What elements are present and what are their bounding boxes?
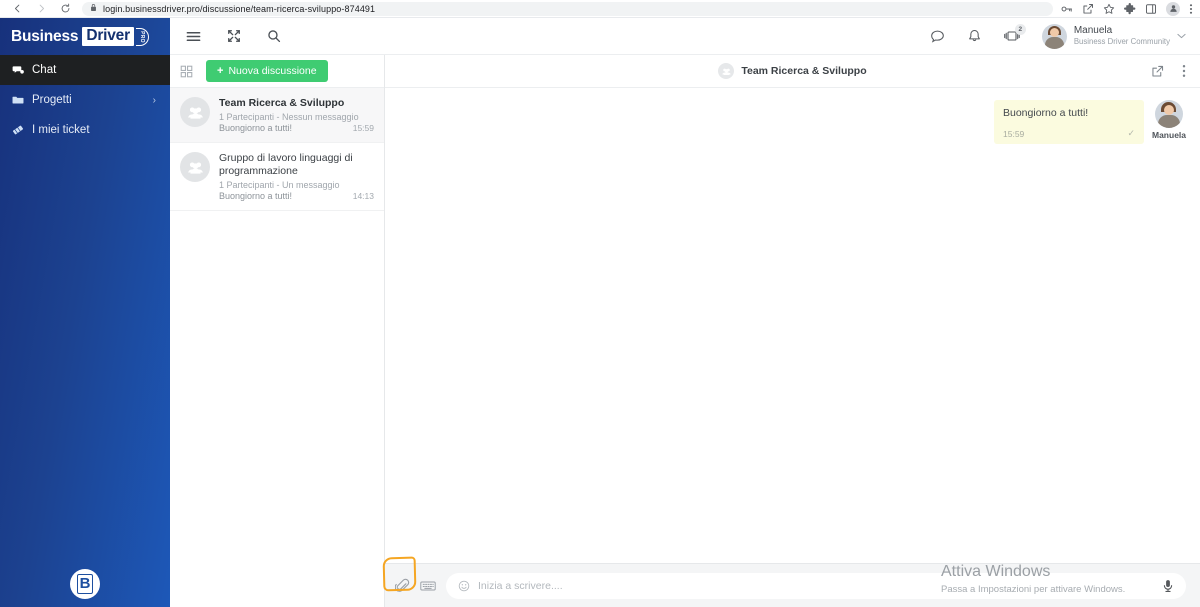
profile-avatar-icon[interactable] [1166, 1, 1180, 16]
left-sidebar: Business Driver PRO Chat Progetti › I mi… [0, 18, 170, 607]
message-list: Buongiorno a tutti! 15:59 ✓ Manuela [385, 88, 1200, 563]
keyboard-icon[interactable] [420, 580, 436, 592]
chevron-down-icon [1177, 31, 1186, 41]
key-icon[interactable] [1061, 3, 1073, 15]
page-title: Team Ricerca & Sviluppo [741, 65, 867, 77]
chat-bubble-icon [12, 64, 29, 76]
app-logo[interactable]: Business Driver PRO [0, 18, 170, 55]
address-bar-url: login.businessdriver.pro/discussione/tea… [103, 3, 376, 14]
share-icon[interactable] [1082, 3, 1094, 15]
user-name: Manuela [1073, 25, 1113, 37]
app-window: Business Driver PRO Chat Progetti › I mi… [0, 18, 1200, 607]
app-root: login.businessdriver.pro/discussione/tea… [0, 0, 1200, 607]
message-input[interactable]: Inizia a scrivere.... [446, 572, 1186, 599]
conversation-list-header: + Nuova discussione [170, 55, 384, 88]
browser-nav-buttons [0, 1, 76, 17]
new-discussion-button[interactable]: + Nuova discussione [206, 60, 328, 82]
sidebar-item-progetti[interactable]: Progetti › [0, 85, 170, 115]
message-author: Manuela [1152, 100, 1186, 140]
microphone-icon[interactable] [1162, 579, 1174, 593]
sidebar-item-chat[interactable]: Chat [0, 55, 170, 85]
chat-header: Team Ricerca & Sviluppo [385, 55, 1200, 88]
lock-icon [90, 3, 97, 14]
star-icon[interactable] [1103, 3, 1115, 15]
conversation-subtitle: 1 Partecipanti - Un messaggio [219, 180, 340, 191]
address-bar[interactable]: login.businessdriver.pro/discussione/tea… [82, 1, 1053, 16]
conversation-list-panel: + Nuova discussione Team Ricerca & Svilu… [170, 55, 385, 607]
avatar [1155, 100, 1183, 128]
sidebar-item-i-miei-ticket[interactable]: I miei ticket [0, 115, 170, 145]
group-avatar-icon [180, 97, 210, 127]
conversation-time: 14:13 [352, 191, 374, 202]
avatar [1041, 23, 1067, 49]
cards-stack-button[interactable]: 2 [1003, 24, 1026, 43]
bell-notification-icon[interactable] [967, 29, 982, 44]
group-avatar-icon [180, 152, 210, 183]
sidebar-brand-badge: B [0, 569, 170, 599]
conversation-item-gruppo-linguaggi[interactable]: Gruppo di lavoro linguaggi di programmaz… [170, 143, 384, 212]
logo-word-driver: Driver [82, 27, 134, 46]
top-bar: 2 Manuela Business Driver Community [170, 18, 1200, 55]
external-link-icon[interactable] [1151, 65, 1164, 78]
back-arrow-icon[interactable] [6, 1, 28, 17]
message-composer: Inizia a scrivere.... [385, 563, 1200, 607]
sidebar-item-label: Chat [32, 64, 57, 76]
user-organization: Business Driver Community [1073, 37, 1170, 47]
more-vertical-icon[interactable] [1182, 64, 1186, 78]
logo-word-business: Business [11, 27, 79, 45]
message-input-placeholder: Inizia a scrivere.... [478, 579, 563, 592]
logo-pro-text: PRO [138, 30, 145, 43]
search-icon[interactable] [267, 29, 281, 43]
message-text: Buongiorno a tutti! [1003, 107, 1089, 119]
hamburger-menu-icon[interactable] [186, 29, 201, 44]
expand-fullscreen-icon[interactable] [227, 29, 241, 43]
conversation-title: Team Ricerca & Sviluppo [219, 97, 345, 109]
browser-toolbar: login.businessdriver.pro/discussione/tea… [0, 0, 1200, 18]
chat-panel: Team Ricerca & Sviluppo Buongiorno a tut… [385, 55, 1200, 607]
sidebar-item-label: Progetti [32, 94, 72, 106]
grid-apps-icon[interactable] [180, 65, 193, 78]
message-time: 15:59 [1003, 128, 1025, 139]
cards-badge-count: 2 [1014, 24, 1026, 35]
chevron-right-icon: › [152, 94, 156, 106]
ticket-icon [12, 124, 29, 136]
conversation-time: 15:59 [352, 123, 374, 134]
reload-icon[interactable] [54, 1, 76, 17]
sidebar-item-label: I miei ticket [32, 124, 90, 136]
user-menu[interactable]: Manuela Business Driver Community [1041, 23, 1186, 49]
paperclip-icon[interactable] [395, 578, 410, 593]
extensions-puzzle-icon[interactable] [1124, 2, 1136, 15]
message-status-check-icon: ✓ [1127, 128, 1135, 138]
folder-icon [12, 94, 29, 106]
group-avatar-icon [718, 63, 735, 79]
conversation-last-message: Buongiorno a tutti! [219, 123, 293, 134]
conversation-last-message: Buongiorno a tutti! [219, 191, 293, 202]
smiley-icon[interactable] [458, 580, 470, 592]
conversation-subtitle: 1 Partecipanti - Nessun messaggio [219, 112, 359, 123]
conversation-item-team-ricerca-sviluppo[interactable]: Team Ricerca & Sviluppo 1 Partecipanti -… [170, 88, 384, 144]
new-discussion-label: Nuova discussione [228, 65, 317, 77]
message-row: Buongiorno a tutti! 15:59 ✓ Manuela [399, 100, 1186, 144]
browser-toolbar-icons [1061, 1, 1200, 16]
conversation-title: Gruppo di lavoro linguaggi di programmaz… [219, 152, 353, 178]
message-author-name: Manuela [1152, 130, 1187, 140]
logo-pro-badge: PRO [135, 27, 149, 46]
chat-bubble-icon[interactable] [930, 29, 945, 44]
brand-b-mark: B [76, 574, 94, 594]
plus-icon: + [217, 65, 224, 77]
forward-arrow-icon[interactable] [30, 1, 52, 17]
message-bubble-outgoing[interactable]: Buongiorno a tutti! 15:59 ✓ [994, 100, 1144, 144]
sidebar-panel-icon[interactable] [1145, 3, 1157, 15]
chrome-menu-icon[interactable] [1189, 3, 1193, 15]
